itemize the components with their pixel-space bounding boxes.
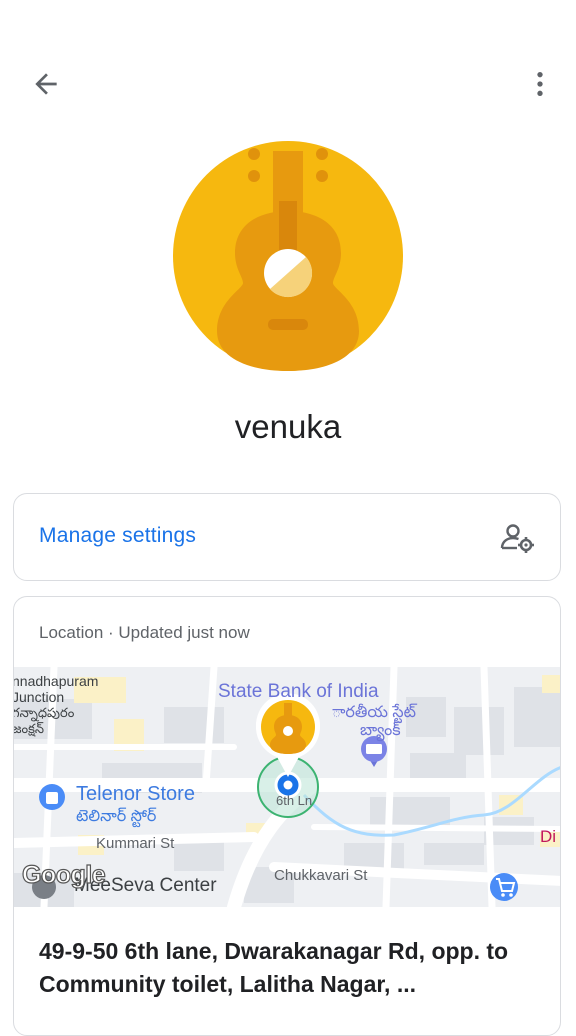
more-options-button[interactable] xyxy=(520,64,560,104)
map-label-street: Kummari St xyxy=(96,835,175,852)
back-button[interactable] xyxy=(26,64,66,104)
map-label-edge: Di xyxy=(540,827,557,846)
map-label-junction: nnadhapuram xyxy=(14,673,99,689)
map-label-bank: State Bank of India xyxy=(218,681,379,702)
manage-settings-card[interactable]: Manage settings xyxy=(13,493,561,581)
arrow-left-icon xyxy=(35,73,57,95)
location-status: Location · Updated just now xyxy=(39,623,250,642)
map-label-junction: Junction xyxy=(14,689,65,705)
location-map[interactable]: nnadhapuram Junction గన్నాధపురం జంక్షన్ … xyxy=(14,667,560,907)
location-address: 49-9-50 6th lane, Dwarakanagar Rd, opp. … xyxy=(39,938,509,997)
map-label-store: Telenor Store xyxy=(76,783,195,805)
person-settings-icon xyxy=(500,524,534,553)
map-label-bank-te: బ్యాంక్ xyxy=(360,722,401,739)
guitar-icon xyxy=(173,141,403,371)
google-logo: Google xyxy=(21,860,106,889)
more-vert-icon xyxy=(537,72,543,96)
map-label-street: Chukkavari St xyxy=(274,867,368,884)
manage-settings-label: Manage settings xyxy=(39,524,197,547)
map-label-junction-te: జంక్షన్ xyxy=(14,721,45,736)
top-app-bar xyxy=(0,0,576,150)
map-label-store-te: టెలినార్ స్టోర్ xyxy=(76,808,157,825)
map-label-street: 6th Ln xyxy=(276,793,313,808)
location-card[interactable]: Location · Updated just now nnadhapuram … xyxy=(13,596,561,1036)
profile-name: venuka xyxy=(234,408,342,445)
avatar xyxy=(173,141,403,371)
